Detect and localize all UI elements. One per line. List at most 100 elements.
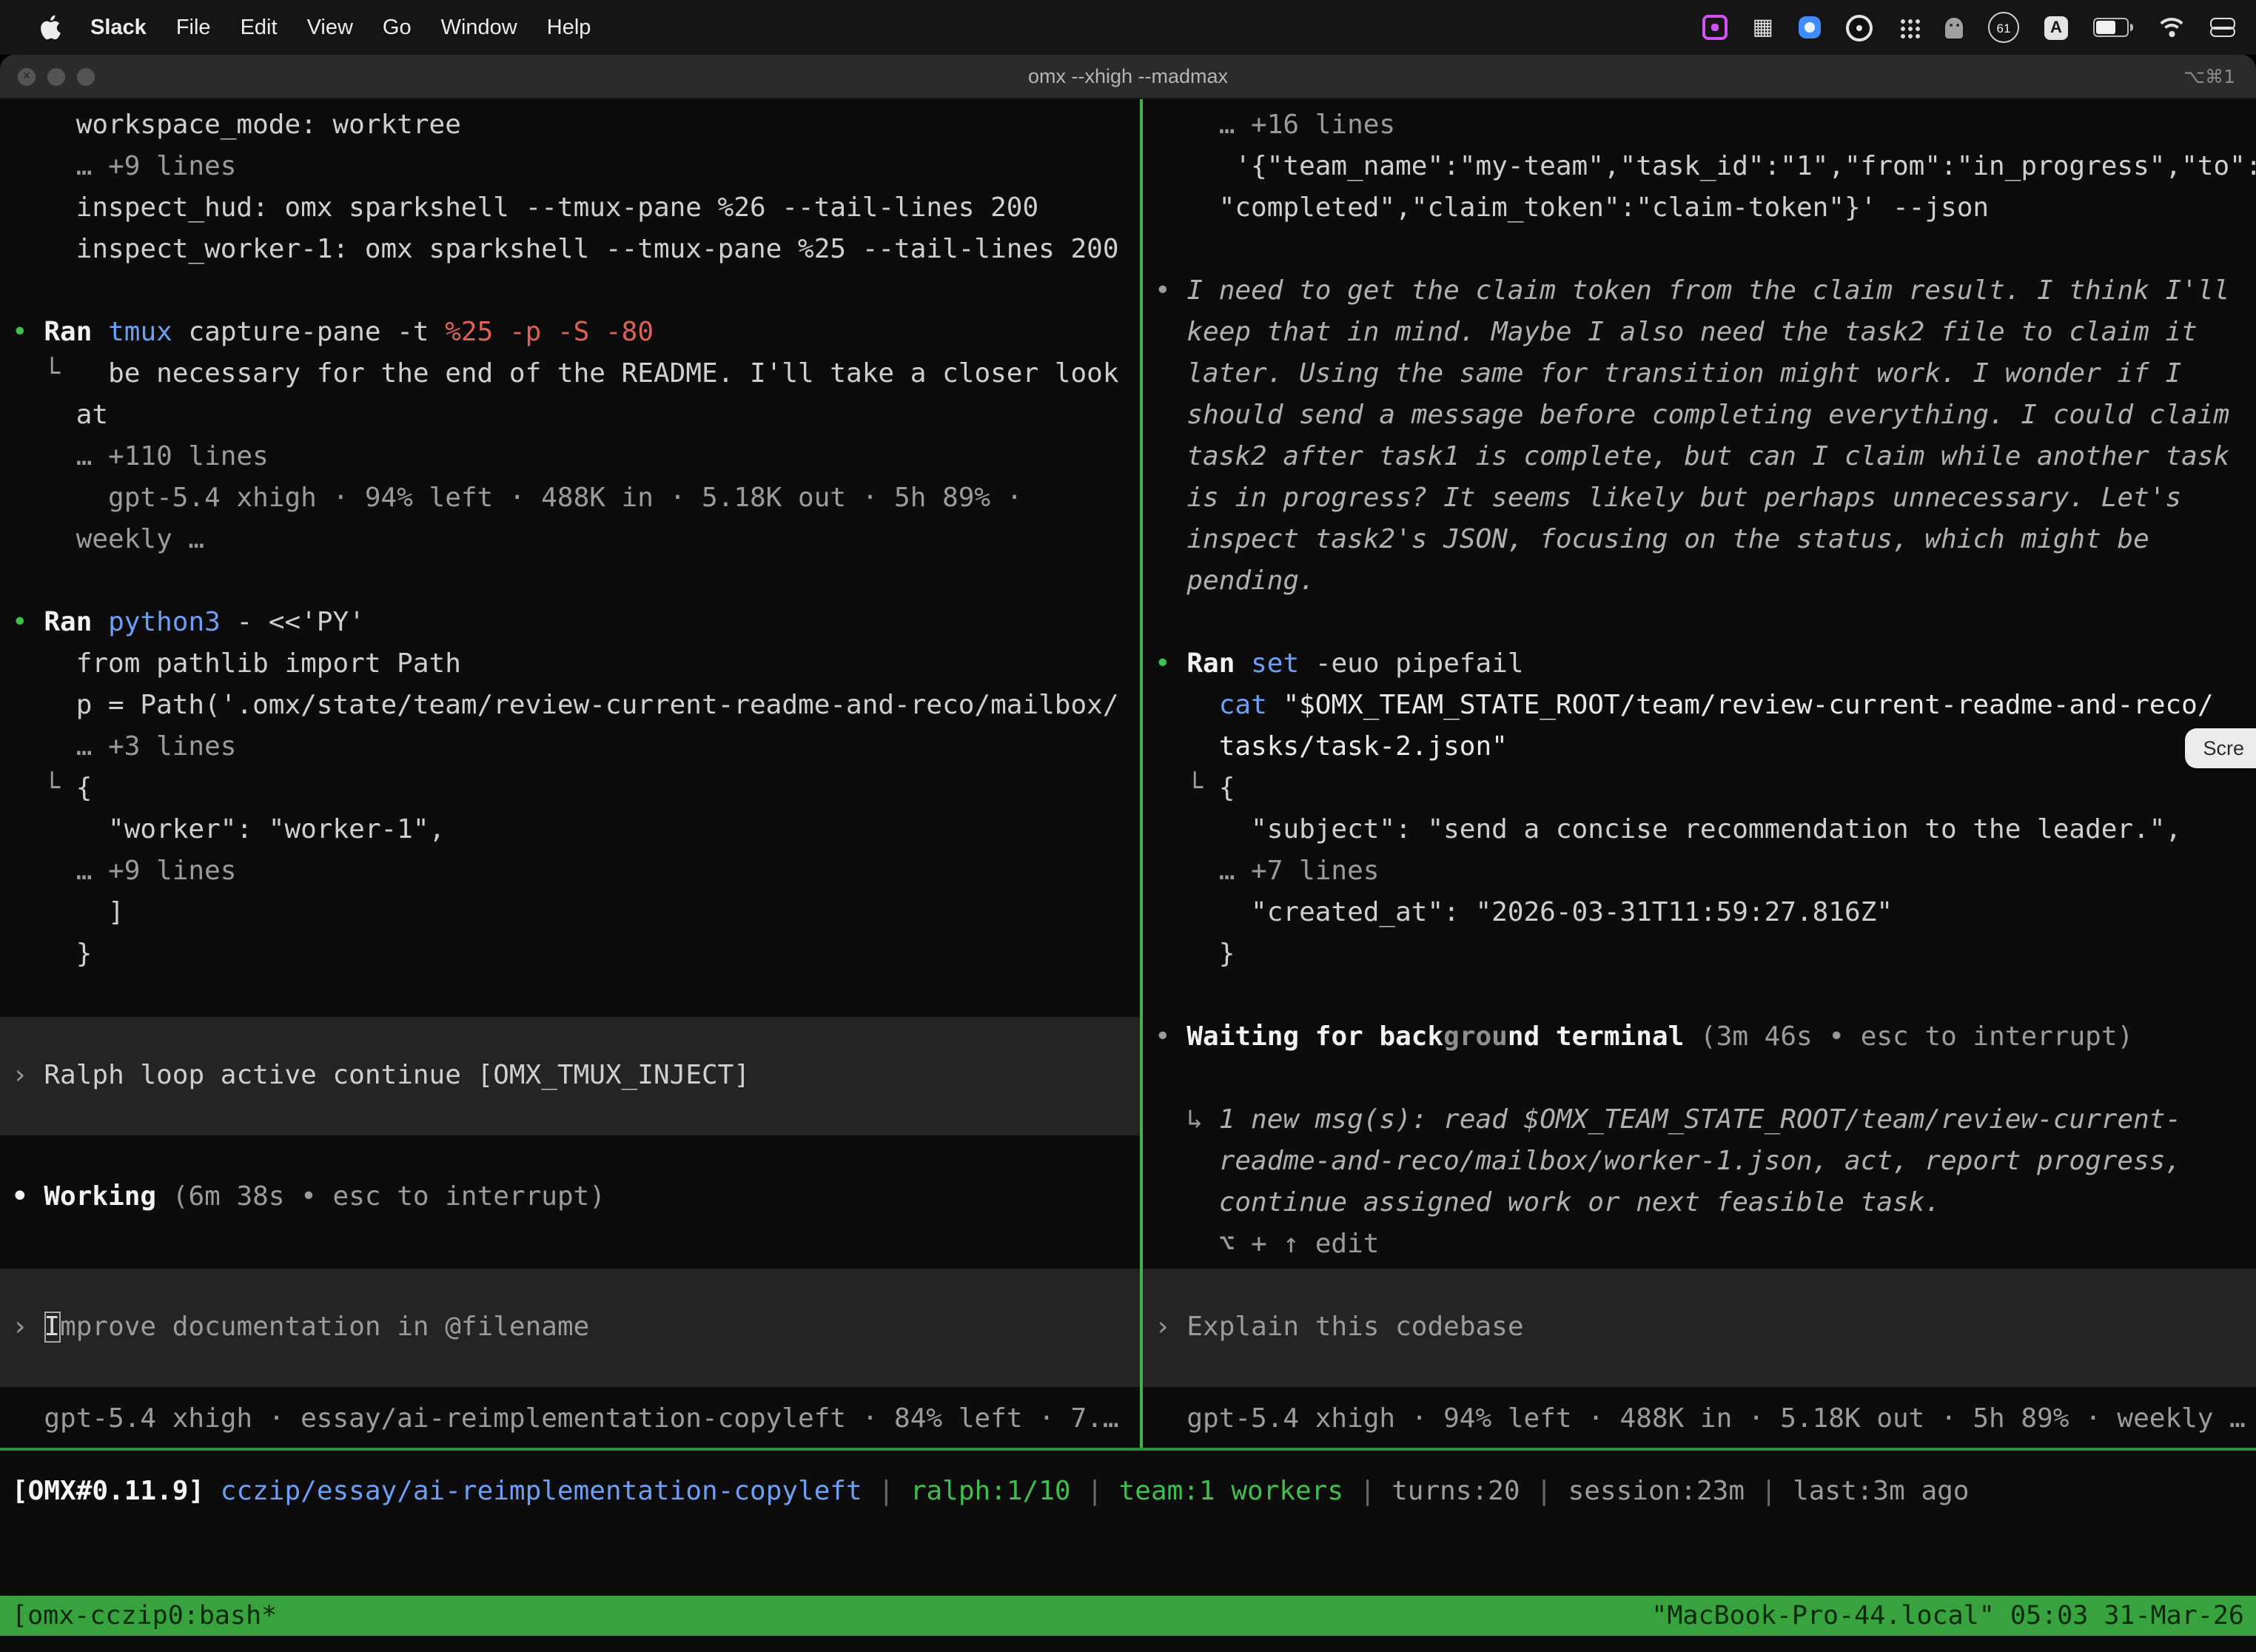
menubar-status-icons: ▦ 61 A (1702, 12, 2256, 43)
right-pane-footer: gpt-5.4 xhigh · 94% left · 488K in · 5.1… (1155, 1399, 2256, 1440)
terminal-line (1155, 602, 2256, 644)
terminal-line: is in progress? It seems likely but perh… (1155, 478, 2256, 520)
text-segment: Ralph loop active continue [OMX_TMUX_INJ… (44, 1060, 750, 1091)
dots-grid-icon[interactable] (1898, 16, 1920, 38)
window-shortcut-hint: ⌥⌘1 (2183, 55, 2235, 98)
text-segment: p = Path('.omx/state/team/review-current… (12, 690, 1119, 721)
terminal-line: … +3 lines (12, 727, 1140, 768)
terminal-content: workspace_mode: worktree … +9 lines insp… (0, 99, 2256, 1652)
screen-recording-indicator-icon[interactable] (1702, 15, 1728, 40)
input-source-icon[interactable]: A (2044, 16, 2068, 39)
menu-edit[interactable]: Edit (226, 16, 292, 39)
menubar-app-name[interactable]: Slack (75, 16, 161, 39)
left-working-status: • Working (6m 38s • esc to interrupt) (12, 1135, 1140, 1218)
macos-menubar: Slack File Edit View Go Window Help ▦ 61… (0, 0, 2256, 55)
wifi-icon[interactable] (2158, 17, 2185, 38)
text-segment: … +16 lines (1155, 110, 1395, 141)
terminal-line: } (12, 934, 1140, 976)
text-segment: › (12, 1312, 44, 1343)
control-center-icon[interactable] (2210, 18, 2234, 37)
text-segment: • (1155, 275, 1186, 306)
text-segment: } (12, 939, 92, 970)
text-segment: later. Using the same for transition mig… (1155, 358, 2181, 389)
terminal-line: [OMX#0.11.9] cczip/essay/ai-reimplementa… (12, 1471, 1970, 1513)
terminal-line: › Ralph loop active continue [OMX_TMUX_I… (12, 1055, 1140, 1097)
text-segment: { (1219, 773, 1235, 804)
window-grid-icon[interactable]: ▦ (1753, 16, 1773, 38)
terminal-line: ⌥ + ↑ edit (1155, 1224, 2256, 1266)
terminal-line: › Improve documentation in @filename (12, 1307, 1140, 1349)
text-segment: "worker": "worker-1", (12, 814, 445, 845)
terminal-line: cat "$OMX_TEAM_STATE_ROOT/team/review-cu… (1155, 685, 2256, 727)
text-segment: └ (1155, 773, 1219, 804)
text-segment: inspect task2's JSON, focusing on the st… (1155, 524, 2149, 555)
text-segment: team:1 workers (1119, 1476, 1360, 1507)
terminal-line: … +9 lines (12, 147, 1140, 188)
text-segment: ] (12, 897, 124, 928)
text-segment: -euo pipefail (1315, 648, 1524, 679)
left-inject-band: › Ralph loop active continue [OMX_TMUX_I… (0, 1017, 1140, 1135)
text-segment: Ran (44, 317, 108, 348)
terminal-line (1155, 1058, 2256, 1100)
text-segment: } (1155, 939, 1235, 970)
text-segment: … +3 lines (12, 731, 236, 762)
text-segment: keep that in mind. Maybe I also need the… (1155, 317, 2198, 348)
right-prompt-input[interactable]: › Explain this codebase (1143, 1269, 2256, 1387)
tooltip-text: Scre (2203, 737, 2244, 759)
text-segment: be necessary for the end of the README. … (108, 358, 1118, 389)
text-segment: I need to get the claim token from the c… (1186, 275, 2229, 306)
text-segment: should send a message before completing … (1155, 400, 2229, 431)
text-segment: └ (12, 773, 76, 804)
raycast-icon[interactable] (1799, 16, 1821, 38)
screen-notification-tooltip[interactable]: Scre (2185, 728, 2256, 768)
text-segment: - <<'PY' (237, 607, 365, 638)
terminal-line (1155, 229, 2256, 271)
menu-window[interactable]: Window (426, 16, 532, 39)
left-terminal-pane[interactable]: workspace_mode: worktree … +9 lines insp… (0, 99, 1140, 1448)
text-segment: mprove documentation in @filename (60, 1312, 589, 1343)
terminal-line: inspect_worker-1: omx sparkshell --tmux-… (12, 229, 1140, 271)
menu-file[interactable]: File (161, 16, 226, 39)
text-segment: cat (1219, 690, 1283, 721)
text-segment: [OMX#0.11.9] (12, 1476, 221, 1507)
left-pane-footer: gpt-5.4 xhigh · essay/ai-reimplementatio… (12, 1399, 1140, 1440)
battery-percent-badge[interactable]: 61 (1988, 12, 2019, 43)
text-segment: inspect_hud: omx sparkshell --tmux-pane … (12, 192, 1038, 224)
text-segment: at (12, 400, 108, 431)
text-segment: gpt-5.4 xhigh · 94% left · 488K in · 5.1… (12, 483, 1022, 514)
terminal-line: pending. (1155, 561, 2256, 602)
text-segment: set (1251, 648, 1315, 679)
battery-icon[interactable] (2093, 18, 2133, 37)
text-segment: { (76, 773, 93, 804)
menu-view[interactable]: View (292, 16, 368, 39)
menu-help[interactable]: Help (532, 16, 606, 39)
terminal-line: at (12, 395, 1140, 437)
window-titlebar[interactable]: × omx --xhigh --madmax ⌥⌘1 (0, 55, 2256, 99)
terminal-line: └ be necessary for the end of the README… (12, 354, 1140, 395)
apple-menu[interactable] (24, 15, 75, 40)
text-segment: "$OMX_TEAM_STATE_ROOT/team/review-curren… (1283, 690, 2213, 721)
disc-app-icon[interactable] (1846, 14, 1873, 41)
text-segment (1155, 690, 1219, 721)
left-prompt-input[interactable]: › Improve documentation in @filename (0, 1269, 1140, 1387)
text-segment: pending. (1155, 565, 1315, 597)
text-segment: session:23m (1568, 1476, 1761, 1507)
terminal-line: • Ran tmux capture-pane -t %25 -p -S -80 (12, 312, 1140, 354)
text-segment: weekly … (12, 524, 204, 555)
terminal-line: • Ran set -euo pipefail (1155, 644, 2256, 685)
text-segment: • (1155, 1021, 1186, 1052)
text-segment: continue assigned work or next feasible … (1155, 1187, 1941, 1218)
text-segment: … +7 lines (1155, 856, 1379, 887)
terminal-line (1155, 976, 2256, 1017)
text-segment: gpt-5.4 xhigh · essay/ai-reimplementatio… (12, 1403, 1119, 1434)
text-segment: … +9 lines (12, 856, 236, 887)
terminal-line: tasks/task-2.json" (1155, 727, 2256, 768)
text-segment: Ran (44, 607, 108, 638)
right-terminal-pane[interactable]: … +16 lines '{"team_name":"my-team","tas… (1143, 99, 2256, 1448)
right-pane-scrollback: … +16 lines '{"team_name":"my-team","tas… (1155, 105, 2256, 1266)
menu-go[interactable]: Go (368, 16, 426, 39)
terminal-line: └ { (1155, 768, 2256, 810)
text-segment: └ (12, 358, 108, 389)
ghost-app-icon[interactable] (1945, 17, 1963, 38)
terminal-line: readme-and-reco/mailbox/worker-1.json, a… (1155, 1141, 2256, 1183)
